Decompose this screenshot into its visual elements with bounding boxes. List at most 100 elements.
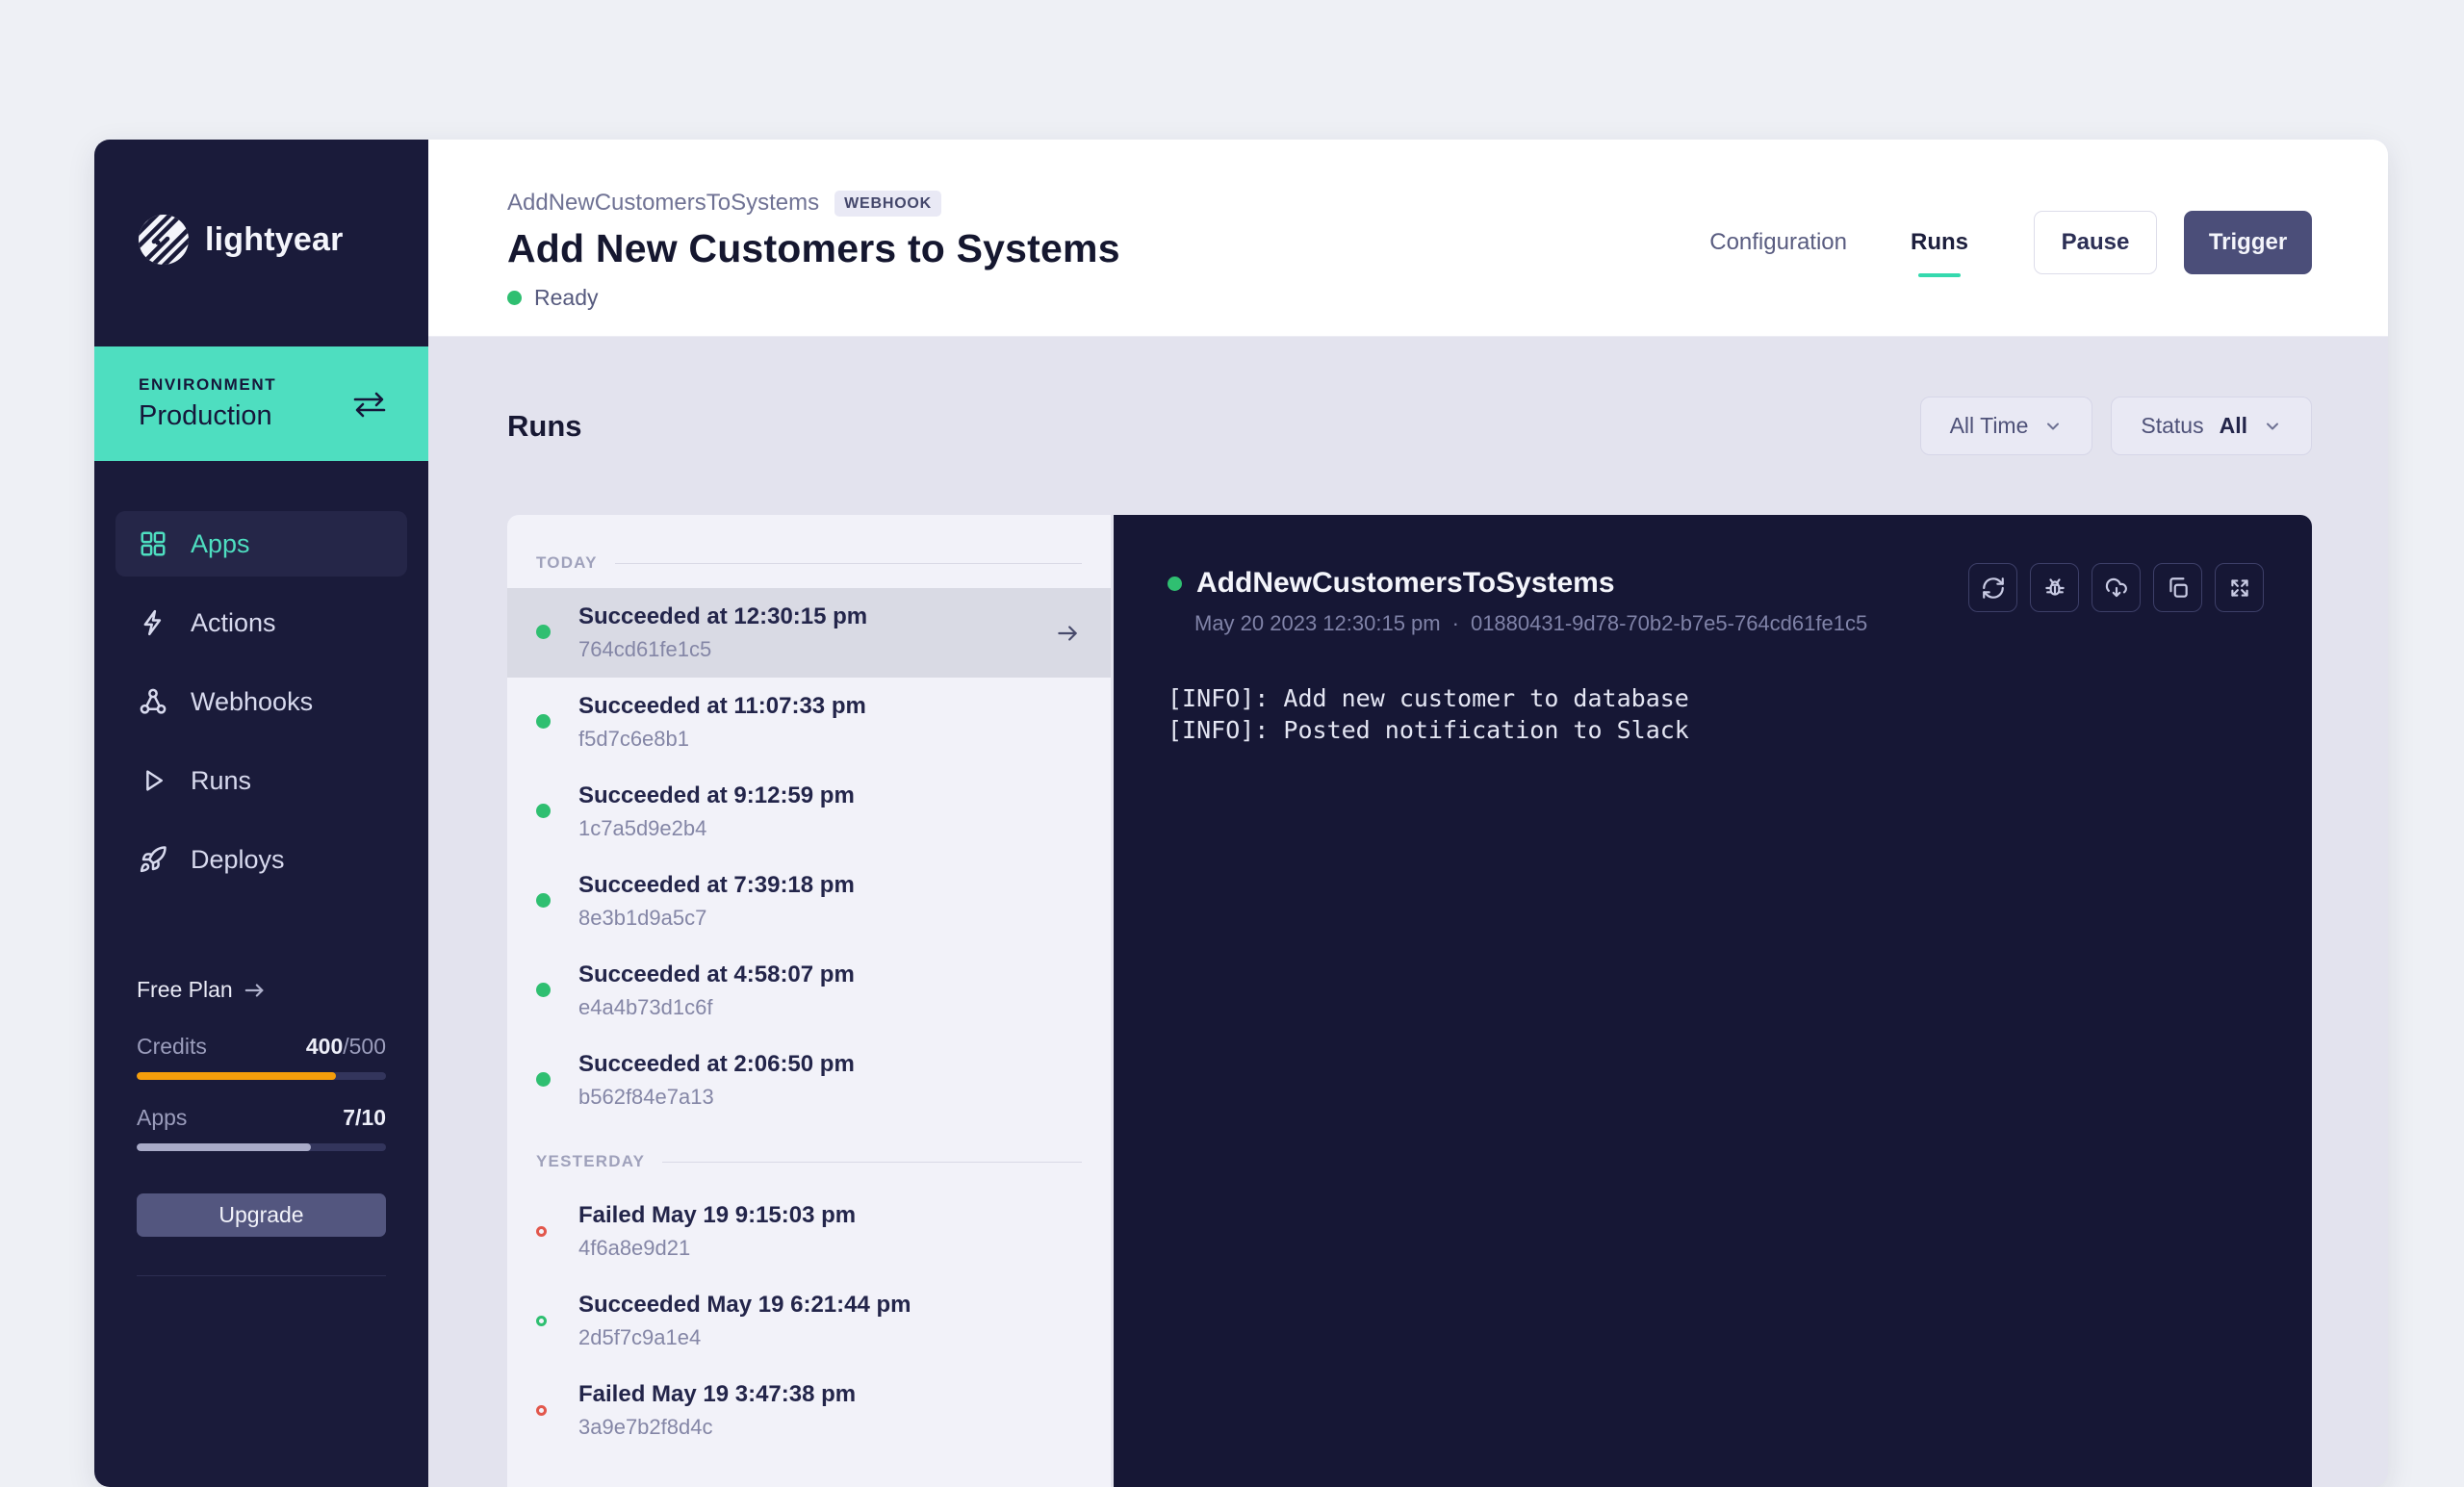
failed-dot-icon	[536, 1405, 547, 1416]
log-line: [INFO]: Posted notification to Slack	[1168, 714, 2264, 746]
run-list-item[interactable]: Succeeded at 11:07:33 pm f5d7c6e8b1	[507, 678, 1111, 767]
run-id: e4a4b73d1c6f	[578, 995, 855, 1020]
sidebar-item-label: Runs	[191, 766, 251, 796]
credits-meter: Credits 400/500	[137, 1034, 386, 1080]
time-filter-dropdown[interactable]: All Time	[1920, 397, 2093, 455]
failed-dot-icon	[536, 1226, 547, 1237]
fullscreen-button[interactable]	[2215, 563, 2264, 612]
run-group-header: TODAY	[507, 526, 1111, 588]
run-id: 3a9e7b2f8d4c	[578, 1415, 856, 1440]
free-plan-link[interactable]: Free Plan	[137, 977, 386, 1003]
tab-configuration[interactable]: Configuration	[1709, 229, 1847, 256]
success-dot-icon	[536, 1072, 551, 1087]
sidebar-item-deploys[interactable]: Deploys	[116, 827, 407, 892]
swap-arrows-icon	[351, 391, 388, 418]
apps-progress-bar	[137, 1143, 386, 1151]
cloud-download-icon	[2104, 576, 2129, 601]
success-dot-icon	[536, 804, 551, 818]
run-list-item[interactable]: Succeeded May 19 6:21:44 pm2d5f7c9a1e4	[507, 1276, 1111, 1366]
success-dot-icon	[536, 893, 551, 908]
run-id: 1c7a5d9e2b4	[578, 816, 855, 841]
run-list-item[interactable]: Succeeded at 9:12:59 pm 1c7a5d9e2b4	[507, 767, 1111, 857]
run-list-item[interactable]: Succeeded at 7:39:18 pm 8e3b1d9a5c7	[507, 857, 1111, 946]
run-title: Succeeded at 7:39:18 pm	[578, 872, 855, 899]
sidebar-item-actions[interactable]: Actions	[116, 590, 407, 655]
environment-switcher[interactable]: ENVIRONMENT Production	[94, 346, 428, 461]
run-id: 2d5f7c9a1e4	[578, 1325, 911, 1350]
breadcrumb[interactable]: AddNewCustomersToSystems	[507, 190, 819, 217]
sidebar-item-label: Apps	[191, 529, 250, 559]
sidebar-divider	[137, 1275, 386, 1276]
run-title: Succeeded at 11:07:33 pm	[578, 693, 866, 720]
run-uuid: 01880431-9d78-70b2-b7e5-764cd61fe1c5	[1471, 611, 1867, 636]
environment-label: ENVIRONMENT	[139, 375, 276, 395]
run-id: 764cd61fe1c5	[578, 637, 867, 662]
bug-icon	[2042, 576, 2067, 601]
run-list-item[interactable]: Failed May 19 9:15:03 pm 4f6a8e9d21	[507, 1187, 1111, 1276]
run-title: Failed May 19 3:47:38 pm	[578, 1381, 856, 1408]
plan-section: Free Plan Credits 400/500 Apps 7/10	[94, 977, 428, 1276]
apps-label: Apps	[137, 1105, 187, 1131]
debug-button[interactable]	[2030, 563, 2079, 612]
status-filter-label: Status	[2141, 413, 2203, 439]
chevron-down-icon	[2263, 417, 2282, 436]
copy-button[interactable]	[2153, 563, 2202, 612]
run-status-dot	[1168, 577, 1182, 591]
app-window: lightyear ENVIRONMENT Production Apps Act…	[94, 140, 2388, 1487]
status-filter-dropdown[interactable]: Status All	[2111, 397, 2312, 455]
run-list-item[interactable]: Failed May 19 3:47:38 pm 3a9e7b2f8d4c	[507, 1366, 1111, 1455]
separator-dot: ·	[1452, 611, 1459, 636]
status-dot	[507, 291, 522, 305]
success-dot-icon	[536, 983, 551, 997]
sidebar-item-webhooks[interactable]: Webhooks	[116, 669, 407, 734]
page-title: Add New Customers to Systems	[507, 226, 1120, 271]
chevron-down-icon	[2043, 417, 2063, 436]
credits-progress-bar	[137, 1072, 386, 1080]
run-id: 8e3b1d9a5c7	[578, 906, 855, 931]
rocket-icon	[139, 845, 167, 874]
upgrade-button[interactable]: Upgrade	[137, 1193, 386, 1237]
webhook-icon	[139, 687, 167, 716]
run-list-item[interactable]: Succeeded at 4:58:07 pme4a4b73d1c6f	[507, 946, 1111, 1036]
sidebar-nav: Apps Actions Webhooks Runs Deploys	[94, 511, 428, 906]
run-detail-panel: AddNewCustomersToSystems May 20 2023 12:…	[1114, 515, 2312, 1487]
play-icon	[139, 766, 167, 795]
status-filter-value: All	[2220, 413, 2247, 439]
success-dot-icon	[536, 1316, 547, 1326]
credits-used: 400	[306, 1034, 343, 1059]
run-id: 4f6a8e9d21	[578, 1236, 856, 1261]
arrow-right-icon	[244, 982, 266, 999]
brand: lightyear	[94, 140, 428, 265]
tab-runs[interactable]: Runs	[1911, 229, 1968, 256]
run-list-item[interactable]: Succeeded at 2:06:50 pmb562f84e7a13	[507, 1036, 1111, 1125]
sidebar-item-runs[interactable]: Runs	[116, 748, 407, 813]
page-header: AddNewCustomersToSystems WEBHOOK Add New…	[428, 140, 2388, 337]
success-dot-icon	[536, 714, 551, 729]
rerun-button[interactable]	[1968, 563, 2017, 612]
trigger-button[interactable]: Trigger	[2184, 211, 2312, 274]
run-title: Succeeded at 12:30:15 pm	[578, 603, 867, 630]
run-list-item[interactable]: Succeeded at 12:30:15 pm 764cd61fe1c5	[507, 588, 1111, 678]
pause-button[interactable]: Pause	[2034, 211, 2157, 274]
run-detail-toolbar	[1968, 563, 2264, 612]
credits-total: /500	[343, 1034, 386, 1059]
run-timestamp: May 20 2023 12:30:15 pm	[1194, 611, 1441, 636]
webhook-badge: WEBHOOK	[834, 191, 941, 217]
apps-grid-icon	[139, 529, 167, 558]
sidebar-item-label: Deploys	[191, 845, 285, 875]
log-line: [INFO]: Add new customer to database	[1168, 682, 2264, 714]
run-group-label: YESTERDAY	[536, 1152, 645, 1171]
run-title: Failed May 19 9:15:03 pm	[578, 1202, 856, 1229]
run-title: Succeeded at 9:12:59 pm	[578, 782, 855, 809]
download-logs-button[interactable]	[2092, 563, 2141, 612]
sidebar-item-apps[interactable]: Apps	[116, 511, 407, 577]
copy-icon	[2166, 576, 2191, 601]
run-id: f5d7c6e8b1	[578, 727, 866, 752]
sidebar-item-label: Actions	[191, 608, 276, 638]
header-tabs: Configuration Runs	[1709, 229, 1968, 256]
sidebar-item-label: Webhooks	[191, 687, 313, 717]
expand-icon	[2227, 576, 2252, 601]
divider	[662, 1162, 1082, 1163]
run-id: b562f84e7a13	[578, 1085, 855, 1110]
run-group-label: TODAY	[536, 553, 598, 573]
